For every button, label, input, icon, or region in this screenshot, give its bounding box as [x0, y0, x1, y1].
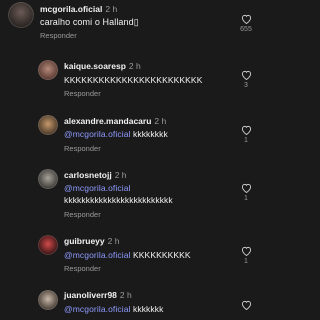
comment-time: 2 h: [154, 116, 167, 126]
heart-outline-icon: [241, 70, 251, 80]
comment-text: @mcgorila.oficial KKKKKKKKKK: [64, 250, 191, 260]
comment-time: 2 h: [107, 236, 120, 246]
like-count: 1: [244, 258, 248, 265]
reply-button[interactable]: Responder: [40, 31, 77, 40]
like-button[interactable]: 655: [239, 14, 253, 33]
reply-button[interactable]: Responder: [64, 210, 101, 219]
avatar[interactable]: [38, 169, 58, 189]
comment-text: @mcgorila.oficial kkkkkkkk: [64, 129, 168, 139]
mention-link[interactable]: @mcgorila.oficial: [64, 129, 131, 139]
mention-link[interactable]: @mcgorila.oficial: [64, 183, 131, 193]
avatar[interactable]: [38, 115, 58, 135]
heart-outline-icon: [241, 246, 251, 256]
comment-text: @mcgorila.oficial: [64, 183, 131, 193]
comment-time: 2 h: [128, 61, 141, 71]
comment-username[interactable]: kaique.soaresp 2 h: [64, 61, 141, 71]
like-button[interactable]: [239, 300, 253, 310]
like-count: 1: [244, 195, 248, 202]
comment-time: 2 h: [105, 4, 118, 14]
mention-link[interactable]: @mcgorila.oficial: [64, 304, 131, 314]
avatar[interactable]: [38, 235, 58, 255]
reply-button[interactable]: Responder: [64, 264, 101, 273]
avatar[interactable]: [38, 60, 58, 80]
comment-username[interactable]: guibrueyy 2 h: [64, 236, 119, 246]
reply-button[interactable]: Responder: [64, 144, 101, 153]
avatar[interactable]: [8, 2, 34, 28]
comment-username[interactable]: mcgorila.oficial 2 h: [40, 4, 117, 14]
comment-text: kkkkkkkkkkkkkkkkkkkkkkkkk: [64, 195, 173, 205]
like-count: 655: [240, 26, 252, 33]
like-count: 1: [244, 137, 248, 144]
mention-link[interactable]: @mcgorila.oficial: [64, 250, 131, 260]
like-button[interactable]: 3: [239, 70, 253, 89]
heart-outline-icon: [241, 14, 251, 24]
comment-time: 2 h: [114, 170, 127, 180]
like-count: 3: [244, 82, 248, 89]
like-button[interactable]: 1: [239, 183, 253, 202]
heart-outline-icon: [241, 125, 251, 135]
comment-text: @mcgorila.oficial kkkkkkk: [64, 304, 164, 314]
like-button[interactable]: 1: [239, 125, 253, 144]
comment-username[interactable]: carlosnetojj 2 h: [64, 170, 127, 180]
avatar[interactable]: [38, 290, 58, 310]
heart-outline-icon: [241, 300, 251, 310]
comment-username[interactable]: alexandre.mandacaru 2 h: [64, 116, 166, 126]
reply-button[interactable]: Responder: [64, 89, 101, 98]
heart-outline-icon: [241, 183, 251, 193]
like-button[interactable]: 1: [239, 246, 253, 265]
comment-time: 2 h: [119, 290, 132, 300]
comment-text: caralho comi o Halland▯: [40, 17, 139, 27]
comment-text: KKKKKKKKKKKKKKKKKKKKKKKK: [64, 75, 203, 85]
comment-username[interactable]: juanoliverr98 2 h: [64, 290, 132, 300]
